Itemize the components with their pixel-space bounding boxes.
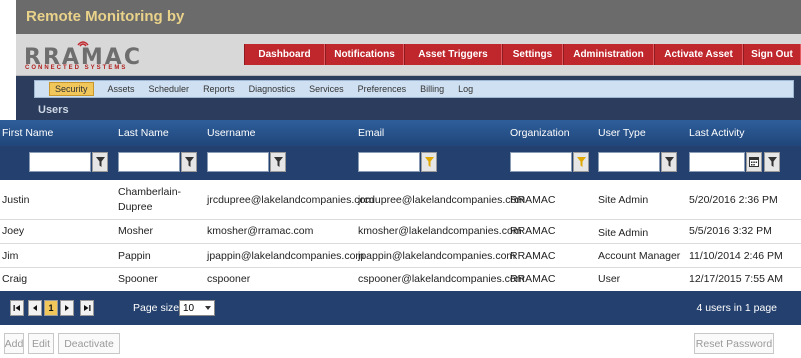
cell-first-name: Craig xyxy=(2,273,28,285)
column-header-organization[interactable]: Organization xyxy=(510,127,570,139)
tab-assets[interactable]: Assets xyxy=(108,84,135,94)
chevron-down-icon xyxy=(205,306,211,310)
tab-diagnostics[interactable]: Diagnostics xyxy=(249,84,296,94)
cell-username: jpappin@lakelandcompanies.com xyxy=(207,250,365,262)
logo: RRAMAC CONNECTED SYSTEMS xyxy=(24,37,174,71)
pager-summary: 4 users in 1 page xyxy=(696,302,777,314)
prev-page-icon[interactable] xyxy=(28,300,42,316)
tab-services[interactable]: Services xyxy=(309,84,344,94)
subnav-area: Security Assets Scheduler Reports Diagno… xyxy=(16,76,801,120)
cell-first-name: Justin xyxy=(2,194,30,206)
tab-log[interactable]: Log xyxy=(458,84,473,94)
cell-user-type: Account Manager xyxy=(598,250,681,262)
page-size-select[interactable]: 10 xyxy=(179,300,215,316)
next-page-icon[interactable] xyxy=(60,300,74,316)
subnav-bar: Security Assets Scheduler Reports Diagno… xyxy=(34,80,794,98)
filter-email-input[interactable] xyxy=(358,152,420,172)
nav-notifications[interactable]: Notifications xyxy=(325,44,404,65)
first-page-icon[interactable] xyxy=(10,300,24,316)
table-row[interactable]: Justin Chamberlain-Dupree jrcdupree@lake… xyxy=(0,180,801,220)
cell-user-type: User xyxy=(598,273,621,285)
cell-last-name: Chamberlain-Dupree xyxy=(118,186,182,213)
app-title: Remote Monitoring by xyxy=(26,8,185,25)
logo-tagline: CONNECTED SYSTEMS xyxy=(25,65,128,71)
page-size-label: Page size: xyxy=(133,302,183,314)
nav-administration[interactable]: Administration xyxy=(563,44,654,65)
filter-active-icon[interactable] xyxy=(573,152,589,172)
filter-active-icon[interactable] xyxy=(421,152,437,172)
nav-settings[interactable]: Settings xyxy=(502,44,563,65)
section-title: Users xyxy=(38,104,69,116)
add-button[interactable]: Add xyxy=(4,333,24,354)
column-header-username[interactable]: Username xyxy=(207,127,255,139)
cell-first-name: Joey xyxy=(2,225,25,237)
cell-last-name: Spooner xyxy=(118,273,158,285)
cell-username: jrcdupree@lakelandcompanies.com xyxy=(207,194,375,206)
cell-email: cspooner@lakelandcompanies.com xyxy=(358,273,525,285)
last-page-icon[interactable] xyxy=(80,300,94,316)
filter-last-activity-input[interactable] xyxy=(689,152,745,172)
column-header-user-type[interactable]: User Type xyxy=(598,127,646,139)
cell-organization: RRAMAC xyxy=(510,273,556,285)
filter-icon[interactable] xyxy=(764,152,780,172)
cell-first-name: Jim xyxy=(2,250,19,262)
edit-button[interactable]: Edit xyxy=(28,333,54,354)
cell-email: jrcdupree@lakelandcompanies.com xyxy=(358,194,526,206)
title-bar: Remote Monitoring by xyxy=(16,0,801,34)
filter-icon[interactable] xyxy=(92,152,108,172)
table-row[interactable]: Craig Spooner cspooner cspooner@lakeland… xyxy=(0,268,801,291)
filter-icon[interactable] xyxy=(270,152,286,172)
cell-last-activity: 5/5/2016 3:32 PM xyxy=(689,225,772,237)
filter-username-input[interactable] xyxy=(207,152,269,172)
filter-user-type-input[interactable] xyxy=(598,152,660,172)
cell-last-activity: 11/10/2014 2:46 PM xyxy=(689,250,783,262)
tab-scheduler[interactable]: Scheduler xyxy=(149,84,190,94)
cell-organization: RRAMAC xyxy=(510,194,556,206)
filter-row xyxy=(0,146,801,180)
nav-dashboard[interactable]: Dashboard xyxy=(244,44,325,65)
cell-email: kmosher@lakelandcompanies.com xyxy=(358,225,522,237)
pager: 1 Page size: 10 4 users in 1 page xyxy=(0,291,801,325)
cell-user-type: Site Admin xyxy=(598,227,649,239)
calendar-icon[interactable] xyxy=(746,152,762,172)
cell-last-activity: 12/17/2015 7:55 AM xyxy=(689,273,783,285)
tab-billing[interactable]: Billing xyxy=(420,84,444,94)
main-nav: Dashboard Notifications Asset Triggers S… xyxy=(244,44,801,65)
nav-activate-asset[interactable]: Activate Asset xyxy=(654,44,743,65)
filter-icon[interactable] xyxy=(661,152,677,172)
deactivate-button[interactable]: Deactivate xyxy=(58,333,120,354)
cell-username: kmosher@rramac.com xyxy=(207,225,314,237)
cell-username: cspooner xyxy=(207,273,251,285)
page-size-value: 10 xyxy=(183,302,195,314)
cell-organization: RRAMAC xyxy=(510,250,556,262)
cell-user-type: Site Admin xyxy=(598,194,649,206)
cell-last-name: Mosher xyxy=(118,225,154,237)
column-header-last-activity[interactable]: Last Activity xyxy=(689,127,744,139)
filter-icon[interactable] xyxy=(181,152,197,172)
cell-organization: RRAMAC xyxy=(510,225,556,237)
tab-preferences[interactable]: Preferences xyxy=(358,84,407,94)
page-number-button[interactable]: 1 xyxy=(44,300,58,316)
cell-last-activity: 5/20/2016 2:36 PM xyxy=(689,194,778,206)
grid-header: First Name Last Name Username Email Orga… xyxy=(0,120,801,146)
cell-last-name: Pappin xyxy=(118,250,151,262)
filter-organization-input[interactable] xyxy=(510,152,572,172)
reset-password-button[interactable]: Reset Password xyxy=(694,333,774,354)
column-header-email[interactable]: Email xyxy=(358,127,384,139)
table-row[interactable]: Jim Pappin jpappin@lakelandcompanies.com… xyxy=(0,244,801,268)
table-row[interactable]: Joey Mosher kmosher@rramac.com kmosher@l… xyxy=(0,220,801,244)
header: RRAMAC CONNECTED SYSTEMS Dashboard Notif… xyxy=(16,34,801,76)
filter-last-name-input[interactable] xyxy=(118,152,180,172)
tab-security[interactable]: Security xyxy=(49,82,94,96)
nav-asset-triggers[interactable]: Asset Triggers xyxy=(404,44,502,65)
nav-sign-out[interactable]: Sign Out xyxy=(743,44,801,65)
column-header-last-name[interactable]: Last Name xyxy=(118,127,169,139)
cell-email: jpappin@lakelandcompanies.com xyxy=(358,250,516,262)
column-header-first-name[interactable]: First Name xyxy=(2,127,53,139)
filter-first-name-input[interactable] xyxy=(29,152,91,172)
tab-reports[interactable]: Reports xyxy=(203,84,235,94)
